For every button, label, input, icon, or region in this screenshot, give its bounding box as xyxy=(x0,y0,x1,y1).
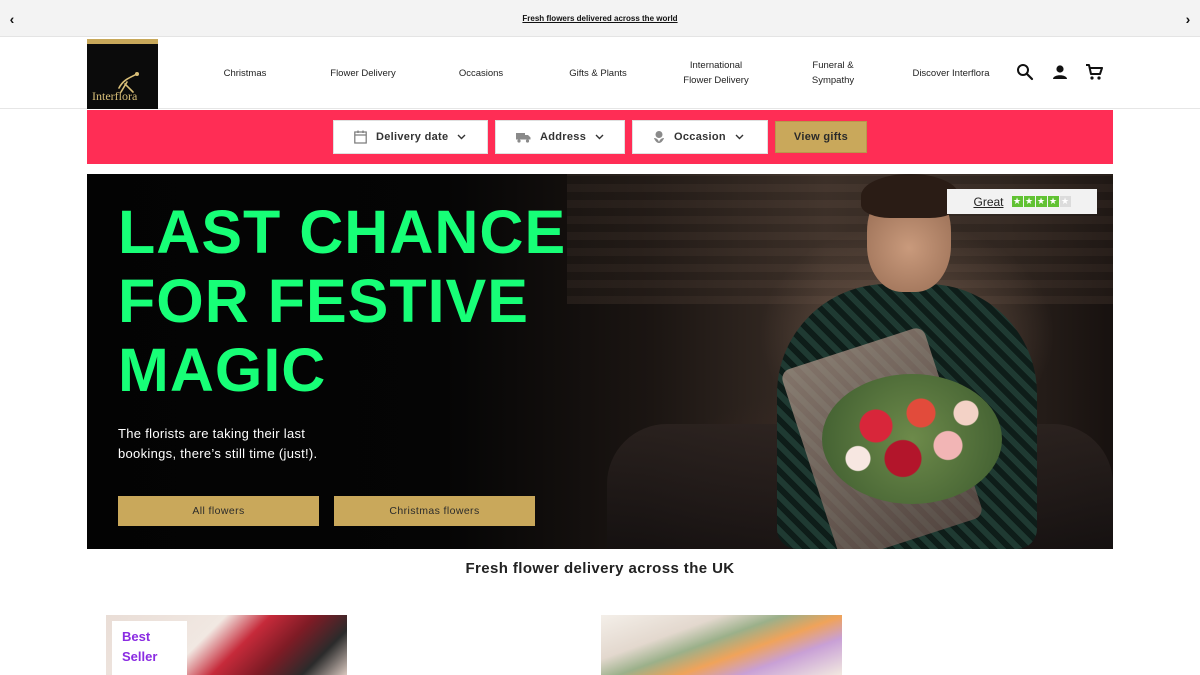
product-card[interactable] xyxy=(601,615,842,675)
nav-christmas[interactable]: Christmas xyxy=(186,66,304,81)
chevron-down-icon xyxy=(457,134,466,140)
star-icon: ★ xyxy=(1047,196,1059,207)
nav-flower-delivery[interactable]: Flower Delivery xyxy=(304,66,422,81)
nav-international-flower-delivery[interactable]: International Flower Delivery xyxy=(657,58,775,88)
nav-occasions[interactable]: Occasions xyxy=(422,66,540,81)
hero-person-hair xyxy=(861,174,959,218)
all-flowers-button[interactable]: All flowers xyxy=(118,496,319,526)
site-header: Interflora Christmas Flower Delivery Occ… xyxy=(0,37,1200,109)
christmas-flowers-button[interactable]: Christmas flowers xyxy=(334,496,535,526)
chevron-left-icon[interactable]: ‹ xyxy=(0,0,24,37)
hero-bouquet-image xyxy=(822,374,1002,504)
chevron-down-icon xyxy=(595,134,604,140)
trustpilot-rating-widget[interactable]: Great ★ ★ ★ ★ ★ xyxy=(947,189,1097,214)
hero-headline: LAST CHANCE FOR FESTIVE MAGIC xyxy=(118,198,567,404)
star-icon: ★ xyxy=(1059,196,1071,207)
occasion-dropdown[interactable]: Occasion xyxy=(632,120,768,154)
star-icon: ★ xyxy=(1023,196,1035,207)
rating-label: Great xyxy=(973,194,1004,209)
hero-subtext: The florists are taking their last booki… xyxy=(118,426,318,461)
rating-stars: ★ ★ ★ ★ ★ xyxy=(1011,196,1071,207)
nav-funeral-sympathy[interactable]: Funeral & Sympathy xyxy=(774,58,892,88)
gift-finder-bar: Delivery date Address Occasion View gift… xyxy=(87,110,1113,164)
logo-wordmark: Interflora xyxy=(92,89,138,103)
delivery-truck-icon xyxy=(516,132,531,143)
search-icon[interactable] xyxy=(1016,63,1034,81)
promo-link[interactable]: Fresh flowers delivered across the world xyxy=(522,14,677,23)
account-icon[interactable] xyxy=(1051,63,1069,81)
interflora-logo[interactable]: Interflora xyxy=(87,39,158,109)
flower-icon xyxy=(653,130,665,144)
calendar-icon xyxy=(354,130,367,144)
cart-icon[interactable] xyxy=(1085,63,1103,81)
chevron-right-icon[interactable]: › xyxy=(1176,0,1200,37)
nav-gifts-plants[interactable]: Gifts & Plants xyxy=(539,66,657,81)
section-title: Fresh flower delivery across the UK xyxy=(465,560,735,577)
main-navigation: Christmas Flower Delivery Occasions Gift… xyxy=(186,37,1016,109)
star-icon: ★ xyxy=(1035,196,1047,207)
view-gifts-button[interactable]: View gifts xyxy=(775,121,867,153)
product-card[interactable]: Best Seller xyxy=(106,615,347,675)
delivery-date-dropdown[interactable]: Delivery date xyxy=(333,120,488,154)
chevron-down-icon xyxy=(735,134,744,140)
nav-discover-interflora[interactable]: Discover Interflora xyxy=(892,66,1010,81)
announcement-bar: ‹ Fresh flowers delivered across the wor… xyxy=(0,0,1200,37)
hero-banner: LAST CHANCE FOR FESTIVE MAGIC The floris… xyxy=(87,174,1113,549)
address-dropdown[interactable]: Address xyxy=(495,120,625,154)
best-seller-badge: Best Seller xyxy=(112,621,187,675)
star-icon: ★ xyxy=(1011,196,1023,207)
